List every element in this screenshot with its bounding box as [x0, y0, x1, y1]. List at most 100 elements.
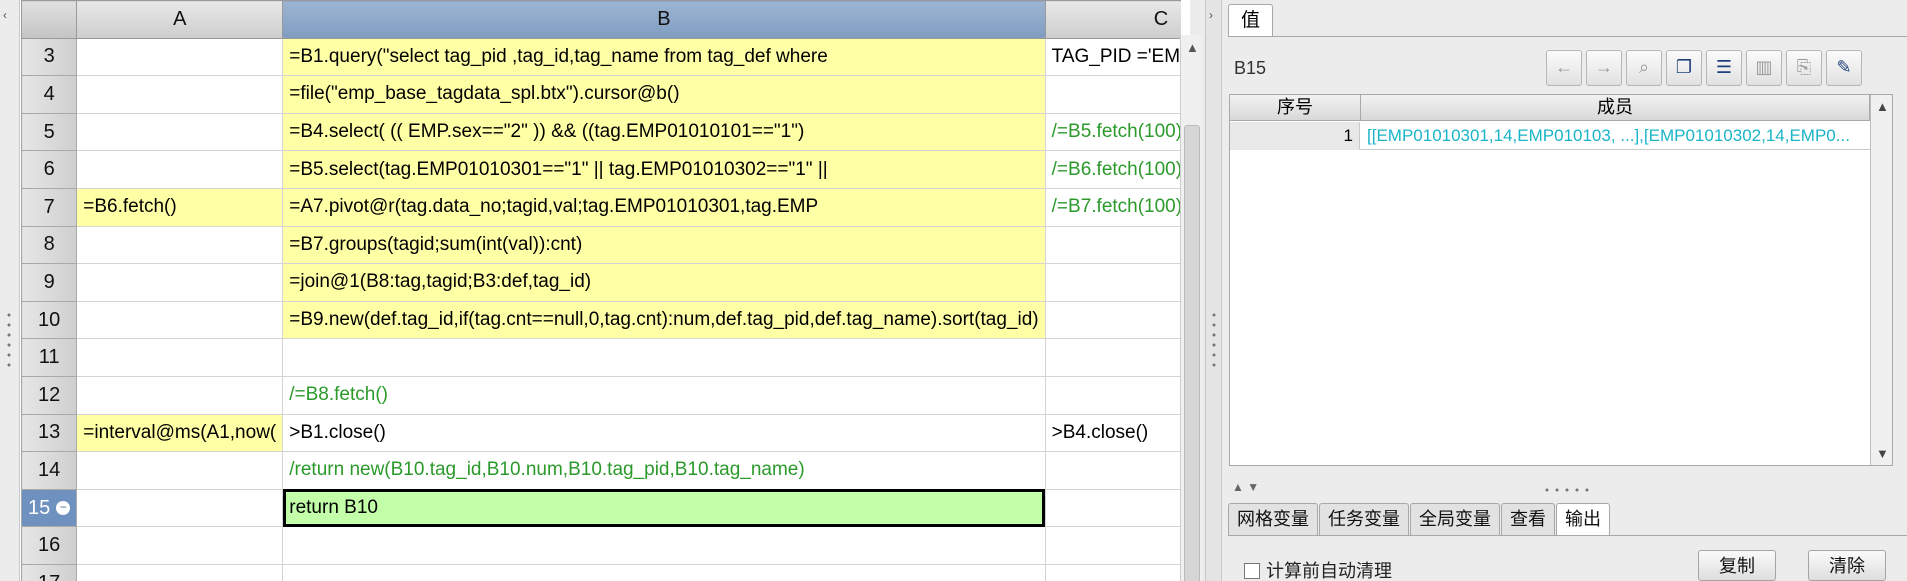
- cell-a[interactable]: [76, 75, 284, 114]
- clear-button[interactable]: 清除: [1808, 550, 1886, 581]
- cell-b[interactable]: =join@1(B8:tag,tagid;B3:def,tag_id): [282, 263, 1046, 302]
- column-header-c[interactable]: C: [1044, 0, 1181, 39]
- row-header[interactable]: 4: [21, 75, 78, 114]
- column-header-b[interactable]: B: [282, 0, 1046, 39]
- cell-a[interactable]: [76, 263, 284, 302]
- cell-a[interactable]: =interval@ms(A1,now(: [76, 413, 284, 453]
- cell-a[interactable]: [76, 451, 284, 490]
- scroll-down-icon[interactable]: ▼: [1876, 446, 1889, 461]
- cell-c[interactable]: /=B5.fetch(100): [1044, 112, 1181, 152]
- row-header[interactable]: 3: [21, 37, 78, 77]
- cell-a[interactable]: [76, 375, 284, 415]
- row-member[interactable]: [[EMP01010301,14,EMP010103, ...],[EMP010…: [1361, 122, 1870, 150]
- row-header[interactable]: 5: [21, 112, 78, 152]
- cell-a[interactable]: [76, 526, 284, 565]
- drag-handle-icon[interactable]: [1210, 310, 1218, 370]
- cell-a[interactable]: [76, 37, 284, 77]
- chevron-down-icon[interactable]: ▲ ▼: [1232, 480, 1259, 494]
- tab-watch[interactable]: 查看: [1501, 503, 1555, 535]
- tab-grid-variables[interactable]: 网格变量: [1228, 503, 1318, 535]
- chart-icon[interactable]: ▥: [1746, 50, 1782, 86]
- grid-vertical-scrollbar[interactable]: ▲: [1180, 35, 1202, 581]
- row-header[interactable]: 13: [21, 413, 78, 453]
- cell-b[interactable]: /=B8.fetch(): [282, 375, 1046, 415]
- cell-b[interactable]: >B1.close(): [282, 413, 1046, 453]
- drag-handle-icon[interactable]: [5, 310, 13, 370]
- cell-c[interactable]: [1044, 526, 1181, 565]
- copy-icon[interactable]: ❐: [1666, 50, 1702, 86]
- cell-a[interactable]: [76, 300, 284, 340]
- cell-c[interactable]: [1044, 263, 1181, 302]
- cell-b[interactable]: =B1.query("select tag_pid ,tag_id,tag_na…: [282, 37, 1046, 77]
- cell-b[interactable]: [282, 563, 1046, 581]
- panel-splitter[interactable]: ›: [1205, 0, 1222, 581]
- cell-b[interactable]: [282, 526, 1046, 565]
- value-table-scrollbar[interactable]: ▲ ▼: [1870, 95, 1892, 465]
- collapse-left-icon[interactable]: ‹: [3, 8, 7, 22]
- cell-b[interactable]: =B9.new(def.tag_id,if(tag.cnt==null,0,ta…: [282, 300, 1046, 340]
- collapse-minus-icon[interactable]: −: [56, 501, 71, 516]
- row-header[interactable]: 9: [21, 263, 78, 302]
- cell-b[interactable]: [282, 338, 1046, 377]
- header-member[interactable]: 成员: [1361, 95, 1870, 121]
- auto-clear-checkbox[interactable]: 计算前自动清理: [1244, 557, 1392, 581]
- cell-c[interactable]: [1044, 225, 1181, 265]
- row-header[interactable]: 17: [21, 563, 78, 581]
- cell-c[interactable]: /=B6.fetch(100): [1044, 150, 1181, 189]
- header-index[interactable]: 序号: [1230, 95, 1361, 121]
- copy-button[interactable]: 复制: [1698, 550, 1776, 581]
- cell-c[interactable]: [1044, 451, 1181, 490]
- cell-c[interactable]: [1044, 75, 1181, 114]
- row-header[interactable]: 6: [21, 150, 78, 189]
- scroll-thumb[interactable]: [1184, 125, 1200, 581]
- row-header[interactable]: 8: [21, 225, 78, 265]
- cell-a[interactable]: [76, 338, 284, 377]
- cell-a[interactable]: [76, 150, 284, 189]
- tab-task-variables[interactable]: 任务变量: [1319, 503, 1409, 535]
- row-header[interactable]: 14: [21, 451, 78, 490]
- cell-b[interactable]: =file("emp_base_tagdata_spl.btx").cursor…: [282, 75, 1046, 114]
- drag-handle-icon[interactable]: [1542, 487, 1592, 493]
- row-header[interactable]: 7: [21, 187, 78, 227]
- cell-c[interactable]: [1044, 300, 1181, 340]
- tab-value[interactable]: 值: [1228, 4, 1274, 36]
- cell-c[interactable]: [1044, 563, 1181, 581]
- table-view-icon[interactable]: ☰: [1706, 50, 1742, 86]
- tab-output[interactable]: 输出: [1556, 503, 1610, 535]
- export-icon[interactable]: ⎘: [1786, 50, 1822, 86]
- cell-c[interactable]: [1044, 338, 1181, 377]
- scroll-up-icon[interactable]: ▲: [1876, 99, 1889, 114]
- cell-a[interactable]: [76, 563, 284, 581]
- cell-b[interactable]: return B10: [282, 488, 1046, 528]
- cell-c[interactable]: /=B7.fetch(100): [1044, 187, 1181, 227]
- corner-header[interactable]: [21, 0, 78, 39]
- cell-c[interactable]: [1044, 488, 1181, 528]
- checkbox-icon[interactable]: [1244, 563, 1260, 579]
- cell-a[interactable]: [76, 488, 284, 528]
- row-header[interactable]: 16: [21, 526, 78, 565]
- zoom-icon[interactable]: ⌕: [1626, 50, 1662, 86]
- table-row[interactable]: 1 [[EMP01010301,14,EMP010103, ...],[EMP0…: [1230, 122, 1870, 150]
- pin-icon[interactable]: ✎: [1826, 50, 1862, 86]
- cell-c[interactable]: >B4.close(): [1044, 413, 1181, 453]
- scroll-up-icon[interactable]: ▲: [1186, 40, 1199, 55]
- collapse-right-icon[interactable]: ›: [1209, 8, 1213, 22]
- cell-a[interactable]: [76, 112, 284, 152]
- cell-b[interactable]: =B7.groups(tagid;sum(int(val)):cnt): [282, 225, 1046, 265]
- arrow-left-icon[interactable]: ←: [1546, 50, 1582, 86]
- cell-a[interactable]: [76, 225, 284, 265]
- row-header[interactable]: 10: [21, 300, 78, 340]
- row-header[interactable]: 15−: [21, 488, 78, 528]
- tab-global-variables[interactable]: 全局变量: [1410, 503, 1500, 535]
- cell-b[interactable]: =B5.select(tag.EMP01010301=="1" || tag.E…: [282, 150, 1046, 189]
- cell-b[interactable]: =A7.pivot@r(tag.data_no;tagid,val;tag.EM…: [282, 187, 1046, 227]
- cell-b[interactable]: /return new(B10.tag_id,B10.num,B10.tag_p…: [282, 451, 1046, 490]
- cell-a[interactable]: =B6.fetch(): [76, 187, 284, 227]
- row-header[interactable]: 11: [21, 338, 78, 377]
- cell-c[interactable]: TAG_PID ='EMP0101031': [1044, 37, 1181, 77]
- cell-c[interactable]: [1044, 375, 1181, 415]
- arrow-right-icon[interactable]: →: [1586, 50, 1622, 86]
- column-header-a[interactable]: A: [76, 0, 284, 39]
- row-header[interactable]: 12: [21, 375, 78, 415]
- cell-b[interactable]: =B4.select( (( EMP.sex=="2" )) && ((tag.…: [282, 112, 1046, 152]
